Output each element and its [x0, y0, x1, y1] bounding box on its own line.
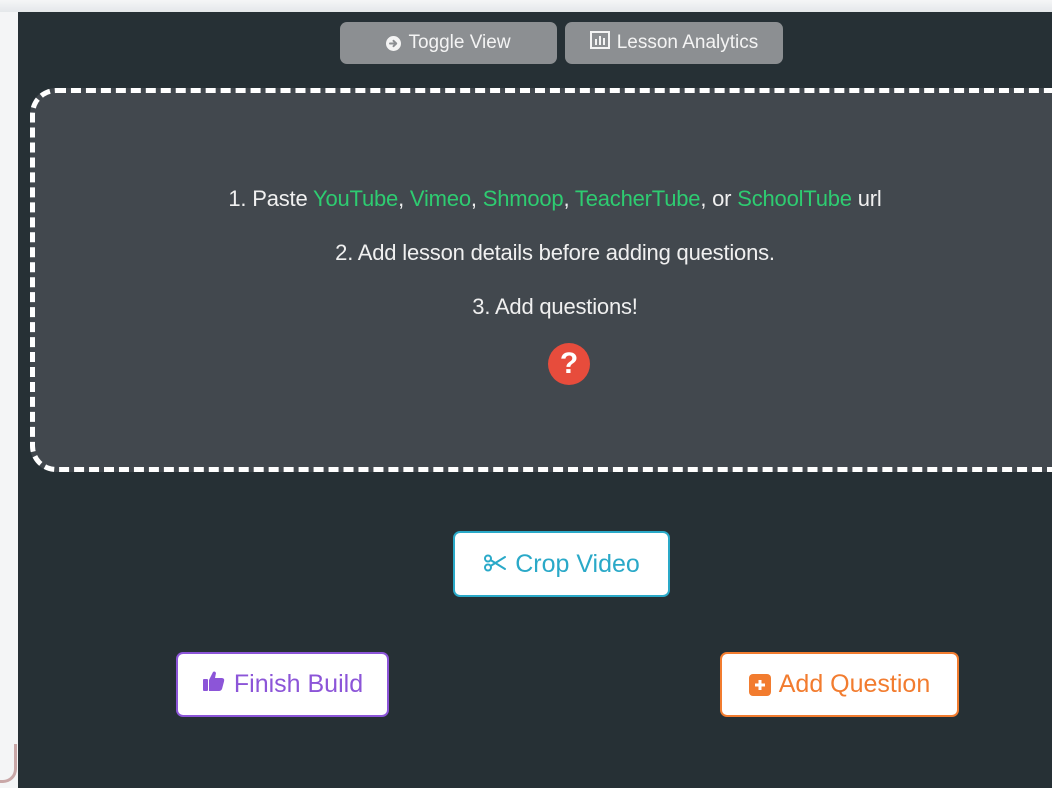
add-question-label: Add Question	[778, 670, 931, 698]
finish-build-button[interactable]: Finish Build	[176, 652, 389, 717]
circle-arrow-right-icon	[386, 35, 402, 51]
plus-square-icon	[748, 673, 771, 696]
crop-video-label: Crop Video	[515, 549, 640, 578]
instruction-step-1: 1. Paste YouTube, Vimeo, Shmoop, Teacher…	[228, 186, 882, 211]
provider-shmoop: Shmoop	[482, 186, 564, 211]
provider-teachertube: TeacherTube	[574, 186, 701, 211]
lesson-analytics-button[interactable]: Lesson Analytics	[565, 22, 783, 64]
lesson-builder-panel: Toggle View Lesson Analytics 1. Paste Yo…	[18, 12, 1052, 788]
sidebar-corner-decoration	[0, 744, 17, 783]
toggle-view-button[interactable]: Toggle View	[340, 22, 557, 64]
crop-video-button[interactable]: Crop Video	[453, 531, 670, 597]
provider-vimeo: Vimeo	[409, 186, 471, 211]
toggle-view-label: Toggle View	[408, 32, 511, 53]
thumbs-up-icon	[202, 670, 226, 699]
provider-youtube: YouTube	[313, 186, 399, 211]
lesson-analytics-label: Lesson Analytics	[616, 32, 759, 53]
video-url-dropzone[interactable]: 1. Paste YouTube, Vimeo, Shmoop, Teacher…	[30, 88, 1052, 472]
add-question-button[interactable]: Add Question	[720, 652, 959, 717]
left-sidebar-edge	[0, 12, 19, 788]
bar-chart-icon	[589, 31, 610, 55]
instruction-step-3: 3. Add questions!	[472, 294, 638, 319]
provider-schooltube: SchoolTube	[737, 186, 852, 211]
question-circle-icon[interactable]: ?	[548, 343, 590, 385]
scissors-icon	[483, 550, 507, 579]
window-top-edge	[0, 0, 1052, 12]
instruction-step-2: 2. Add lesson details before adding ques…	[335, 240, 775, 265]
finish-build-label: Finish Build	[233, 670, 364, 698]
